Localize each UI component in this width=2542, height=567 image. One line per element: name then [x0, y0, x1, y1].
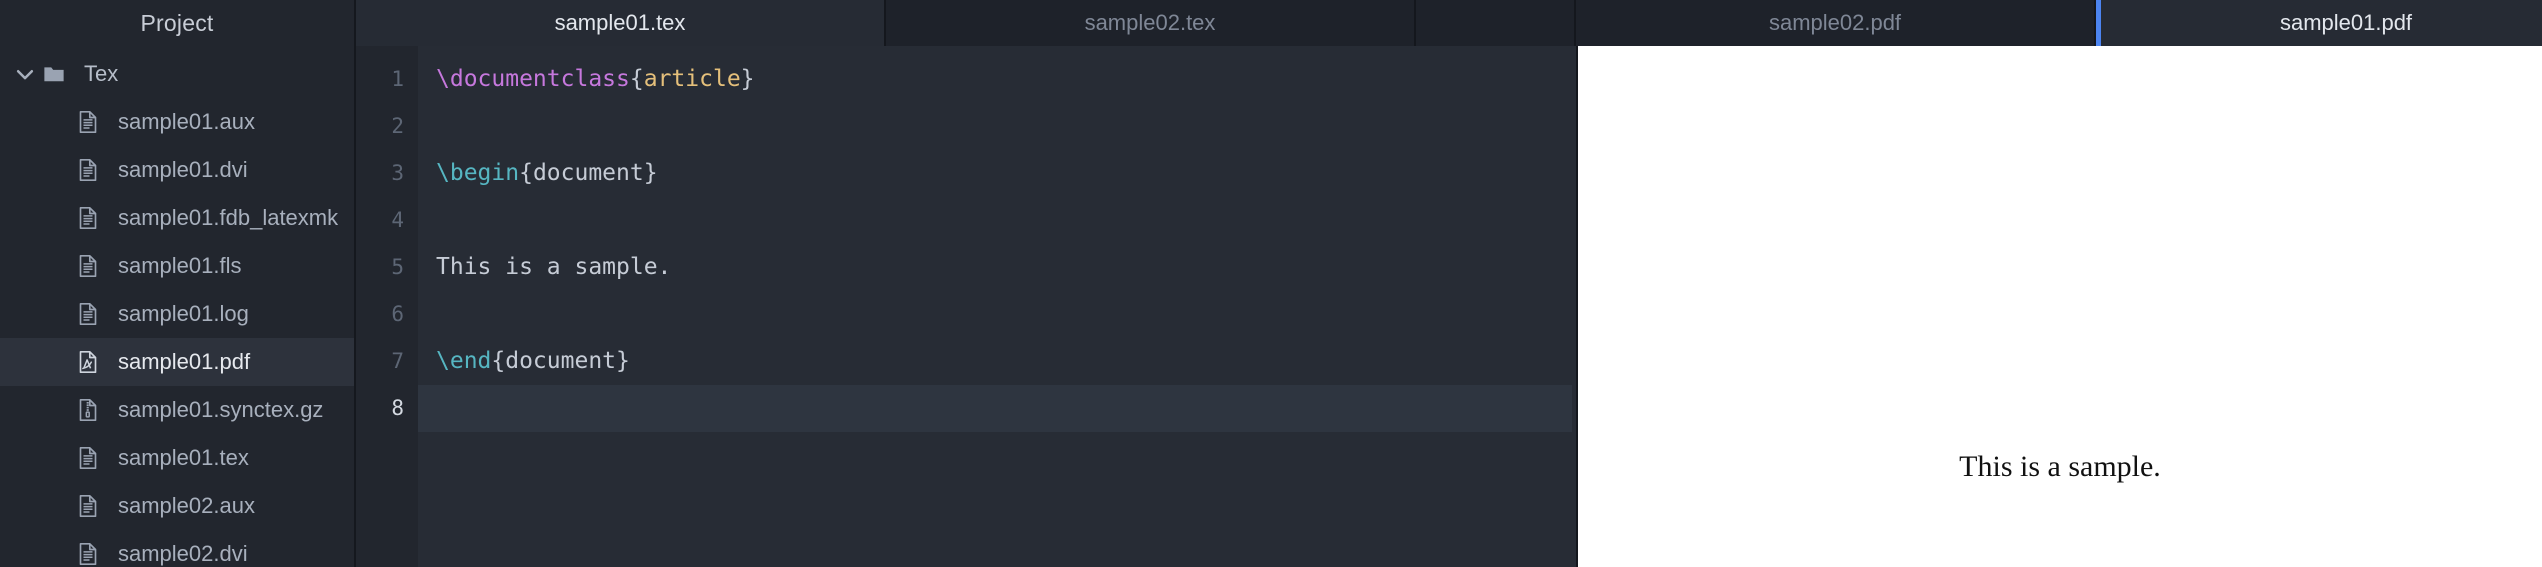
tree-file-row[interactable]: sample01.dvi — [0, 146, 354, 194]
tree-file-row[interactable]: sample01.aux — [0, 98, 354, 146]
code-token: {document} — [519, 160, 658, 186]
code-line[interactable]: \begin{document} — [418, 150, 1576, 197]
folder-icon — [40, 63, 68, 85]
line-number: 5 — [391, 255, 404, 279]
tab-label: sample02.tex — [1084, 10, 1216, 35]
line-number: 3 — [391, 161, 404, 185]
code-line[interactable]: \end{document} — [418, 338, 1576, 385]
tree-item-label: sample01.fdb_latexmk — [118, 205, 339, 230]
file-tree: Tex sample01.aux sample01.dvi sample01.fdb_… — [0, 46, 354, 567]
main-area: sample01.tex sample02.tex sample02.pdf samp… — [356, 0, 2542, 567]
tree-file-row[interactable]: sample01.fdb_latexmk — [0, 194, 354, 242]
tree-item-label: sample01.fls — [118, 253, 242, 278]
tree-item-label: sample01.tex — [118, 445, 249, 470]
editor-tab[interactable]: sample01.tex — [356, 0, 886, 46]
code-token: \documentclass — [436, 66, 630, 92]
file-text-icon — [76, 300, 100, 328]
tree-file-row[interactable]: sample02.dvi — [0, 530, 354, 567]
pdf-preview-pane[interactable]: This is a sample. — [1578, 46, 2542, 567]
file-text-icon — [76, 492, 100, 520]
file-text-icon — [76, 204, 100, 232]
tree-item-label: sample01.synctex.gz — [118, 397, 324, 422]
tree-item-label: sample02.aux — [118, 493, 255, 518]
sidebar-title: Project — [140, 10, 214, 36]
code-content[interactable]: \documentclass{article} \begin{document}… — [418, 46, 1576, 567]
tree-file-row[interactable]: sample01.synctex.gz — [0, 386, 354, 434]
line-number: 4 — [391, 208, 404, 232]
project-sidebar: Project Tex sample01.aux sample01.dvi sampl… — [0, 0, 356, 567]
tree-file-row[interactable]: sample02.aux — [0, 482, 354, 530]
file-text-icon — [76, 252, 100, 280]
editor-tab[interactable]: sample02.tex — [886, 0, 1416, 46]
code-line[interactable] — [418, 103, 1576, 150]
editor-preview-split: 12345678 \documentclass{article} \begin{… — [356, 46, 2542, 567]
code-line[interactable]: This is a sample. — [418, 244, 1576, 291]
line-number: 2 — [391, 114, 404, 138]
tree-item-label: Tex — [84, 61, 119, 86]
tree-item-label: sample01.aux — [118, 109, 255, 134]
tree-file-row[interactable]: sample01.tex — [0, 434, 354, 482]
tab-bar: sample01.tex sample02.tex sample02.pdf samp… — [356, 0, 2542, 46]
file-text-icon — [76, 108, 100, 136]
line-number-gutter: 1 2 3 4 5 6 7 8 — [356, 46, 418, 567]
latex-ide-window: Project Tex sample01.aux sample01.dvi sampl… — [0, 0, 2542, 567]
code-token: article — [643, 66, 741, 92]
file-pdf-icon — [76, 348, 100, 376]
tree-item-label: sample01.dvi — [118, 157, 248, 182]
line-number: 6 — [391, 302, 404, 326]
file-text-icon — [76, 540, 100, 567]
editor-tab[interactable]: sample02.pdf — [1576, 0, 2096, 46]
code-token: } — [740, 66, 755, 92]
tree-item-label: sample01.log — [118, 301, 249, 326]
tree-folder-row[interactable]: Tex — [0, 50, 354, 98]
code-token: This is a sample. — [436, 254, 672, 280]
line-number: 7 — [391, 349, 404, 373]
code-line[interactable]: \documentclass{article} — [418, 56, 1576, 103]
tree-item-label: sample02.dvi — [118, 541, 248, 566]
tab-label: sample02.pdf — [1768, 10, 1902, 35]
tree-file-row[interactable]: sample01.log — [0, 290, 354, 338]
code-token: \end — [436, 348, 492, 374]
tab-label: sample01.pdf — [2279, 10, 2413, 35]
file-archive-icon — [76, 396, 100, 424]
tree-file-row[interactable]: sample01.fls — [0, 242, 354, 290]
code-token: { — [629, 66, 644, 92]
code-token: {document} — [491, 348, 630, 374]
editor-tab[interactable]: sample01.pdf — [2096, 0, 2542, 46]
editor-tab[interactable] — [1416, 0, 1576, 46]
code-line[interactable] — [418, 291, 1576, 338]
tab-label: sample01.tex — [554, 10, 686, 35]
chevron-down-icon[interactable] — [10, 59, 40, 89]
file-text-icon — [76, 444, 100, 472]
line-number: 1 — [391, 67, 404, 91]
code-line[interactable] — [418, 197, 1576, 244]
file-text-icon — [76, 156, 100, 184]
pdf-body-text: This is a sample. — [1959, 450, 2161, 483]
code-line[interactable] — [418, 385, 1572, 432]
code-editor[interactable]: 12345678 \documentclass{article} \begin{… — [356, 46, 1578, 567]
line-number: 8 — [391, 396, 404, 420]
tree-item-label: sample01.pdf — [118, 349, 251, 374]
code-token: \begin — [436, 160, 520, 186]
tree-file-row[interactable]: sample01.pdf — [0, 338, 354, 386]
